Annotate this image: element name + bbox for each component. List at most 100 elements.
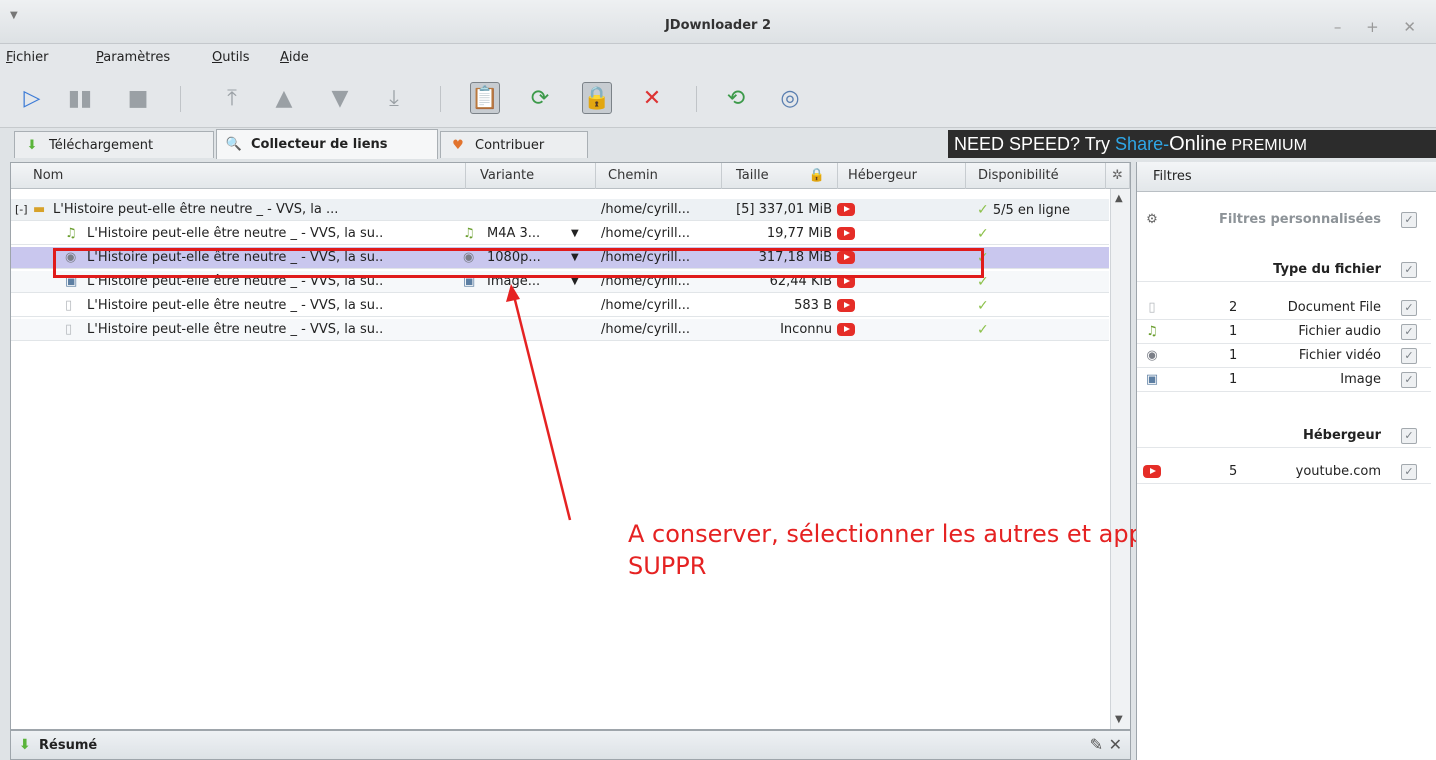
- filter-type-document[interactable]: ▯ 2 Document File ✓: [1137, 296, 1431, 320]
- package-path: /home/cyrill...: [601, 202, 691, 217]
- video-icon: ◉: [1146, 348, 1158, 363]
- menu-aide[interactable]: Aide: [280, 50, 309, 65]
- download-arrow-icon: ⬇: [26, 137, 38, 153]
- window-title: JDownloader 2: [664, 18, 772, 33]
- window-controls[interactable]: – + ✕: [1334, 18, 1426, 36]
- checkbox[interactable]: ✓: [1401, 348, 1417, 364]
- filter-type-image[interactable]: ▣ 1 Image ✓: [1137, 368, 1431, 392]
- youtube-icon: [837, 223, 861, 245]
- summary-tools[interactable]: ✎ ✕: [1090, 735, 1122, 754]
- image-icon: ▣: [463, 274, 476, 289]
- filter-type-header[interactable]: Type du fichier ✓: [1137, 258, 1431, 282]
- vertical-scrollbar[interactable]: ▲ ▼: [1110, 189, 1130, 729]
- title-bar: ▼ JDownloader 2 – + ✕: [0, 0, 1436, 44]
- checkbox[interactable]: ✓: [1401, 324, 1417, 340]
- filter-custom[interactable]: ⚙ Filtres personnalisées ✓: [1137, 208, 1431, 232]
- close-icon: ✕: [1108, 735, 1122, 754]
- video-icon: ◉: [463, 250, 475, 265]
- link-size: Inconnu: [780, 322, 832, 337]
- variant-value[interactable]: Image...: [487, 271, 567, 293]
- stop-downloads-icon[interactable]: ■: [124, 84, 152, 112]
- variant-dropdown-icon[interactable]: ▼: [571, 271, 585, 293]
- link-size: 583 B: [794, 298, 832, 313]
- checkbox[interactable]: ✓: [1401, 300, 1417, 316]
- search-icon: 🔍: [225, 137, 243, 152]
- youtube-icon: [837, 247, 861, 269]
- variant-value[interactable]: 1080p...: [487, 247, 567, 269]
- variant-dropdown-icon[interactable]: ▼: [571, 247, 585, 269]
- checkbox[interactable]: ✓: [1401, 372, 1417, 388]
- checkbox[interactable]: ✓: [1401, 428, 1417, 444]
- auto-reconnect-icon[interactable]: ⟳: [526, 84, 554, 112]
- update-icon[interactable]: ◎: [776, 84, 804, 112]
- move-bottom-icon[interactable]: ⤓: [380, 84, 408, 112]
- column-taille[interactable]: Taille 🔒: [722, 163, 838, 189]
- filters-panel: Filtres ⚙ Filtres personnalisées ✓ Type …: [1136, 162, 1436, 760]
- column-nom[interactable]: Nom: [11, 163, 466, 189]
- tab-telechargement[interactable]: ⬇ Téléchargement: [14, 131, 214, 158]
- menu-outils[interactable]: Outils: [212, 50, 250, 65]
- filter-type-video[interactable]: ◉ 1 Fichier vidéo ✓: [1137, 344, 1431, 368]
- column-disponibilite[interactable]: Disponibilité: [966, 163, 1106, 189]
- youtube-icon: [837, 295, 861, 317]
- collapse-toggle[interactable]: [-]: [15, 199, 31, 221]
- premium-toggle-icon[interactable]: 🔒: [582, 82, 612, 114]
- tab-collecteur-de-liens[interactable]: 🔍 Collecteur de liens: [216, 129, 438, 159]
- youtube-icon: [837, 199, 861, 221]
- clipboard-monitor-icon[interactable]: 📋: [470, 82, 500, 114]
- checkbox[interactable]: ✓: [1401, 212, 1417, 228]
- reconnect-icon[interactable]: ⟲: [722, 84, 750, 112]
- filter-host-youtube[interactable]: 5 youtube.com ✓: [1137, 460, 1431, 484]
- package-size: [5] 337,01 MiB: [736, 202, 832, 217]
- checkbox[interactable]: ✓: [1401, 262, 1417, 278]
- move-up-icon[interactable]: ▲: [270, 84, 298, 112]
- document-icon: ▯: [65, 322, 73, 337]
- link-row-image[interactable]: ▣ L'Histoire peut-elle être neutre _ - V…: [11, 271, 1109, 293]
- link-path: /home/cyrill...: [601, 250, 691, 265]
- tab-bar: ⬇ Téléchargement 🔍 Collecteur de liens ♥…: [0, 128, 1436, 159]
- column-hebergeur[interactable]: Hébergeur: [838, 163, 966, 189]
- image-icon: ▣: [65, 274, 78, 289]
- column-header: Nom Variante Chemin Taille 🔒 Hébergeur Di…: [11, 163, 1130, 189]
- menu-parametres[interactable]: Paramètres: [96, 50, 170, 65]
- scroll-down-icon[interactable]: ▼: [1115, 714, 1123, 725]
- variant-value[interactable]: M4A 3...: [487, 223, 567, 245]
- tab-contribuer[interactable]: ♥ Contribuer: [440, 131, 588, 158]
- move-down-icon[interactable]: ▼: [326, 84, 354, 112]
- link-row-video-selected[interactable]: ◉ L'Histoire peut-elle être neutre _ - V…: [11, 247, 1109, 269]
- image-icon: ▣: [1145, 372, 1159, 387]
- filter-host-header[interactable]: Hébergeur ✓: [1137, 424, 1431, 448]
- link-row-document[interactable]: ▯ L'Histoire peut-elle être neutre _ - V…: [11, 319, 1109, 341]
- youtube-icon: [837, 271, 861, 293]
- youtube-icon: [837, 319, 861, 341]
- link-name: L'Histoire peut-elle être neutre _ - VVS…: [87, 250, 384, 265]
- start-downloads-icon[interactable]: ▷: [18, 84, 46, 112]
- check-icon: ✓: [977, 226, 989, 242]
- check-icon: ✓: [977, 202, 989, 218]
- heart-icon: ♥: [452, 137, 464, 153]
- silent-mode-icon[interactable]: ✕: [638, 84, 666, 112]
- column-chemin[interactable]: Chemin: [596, 163, 722, 189]
- package-folder-icon: ▬: [33, 202, 46, 217]
- filter-type-audio[interactable]: ♫ 1 Fichier audio ✓: [1137, 320, 1431, 344]
- check-icon: ✓: [977, 250, 989, 266]
- checkbox[interactable]: ✓: [1401, 464, 1417, 480]
- ad-banner[interactable]: NEED SPEED? Try Share-Online PREMIUM: [948, 130, 1436, 158]
- linkgrabber-table: Nom Variante Chemin Taille 🔒 Hébergeur Di…: [10, 162, 1131, 730]
- link-size: 62,44 KiB: [769, 274, 832, 289]
- scroll-up-icon[interactable]: ▲: [1115, 193, 1123, 204]
- check-icon: ✓: [977, 322, 989, 338]
- pause-downloads-icon[interactable]: ▮▮: [66, 84, 94, 112]
- move-top-icon[interactable]: ⤒: [218, 84, 246, 112]
- package-row[interactable]: [-] ▬ L'Histoire peut-elle être neutre _…: [11, 199, 1109, 221]
- link-row-audio[interactable]: ♫ L'Histoire peut-elle être neutre _ - V…: [11, 223, 1109, 245]
- variant-dropdown-icon[interactable]: ▼: [571, 223, 585, 245]
- summary-panel[interactable]: ⬇ Résumé ✎ ✕: [10, 730, 1131, 760]
- audio-icon: ♫: [65, 226, 77, 241]
- column-settings-icon[interactable]: ✲: [1106, 163, 1130, 189]
- link-path: /home/cyrill...: [601, 226, 691, 241]
- menu-fichier[interactable]: Fichier: [6, 50, 49, 65]
- column-variante[interactable]: Variante: [466, 163, 596, 189]
- link-path: /home/cyrill...: [601, 274, 691, 289]
- link-row-document[interactable]: ▯ L'Histoire peut-elle être neutre _ - V…: [11, 295, 1109, 317]
